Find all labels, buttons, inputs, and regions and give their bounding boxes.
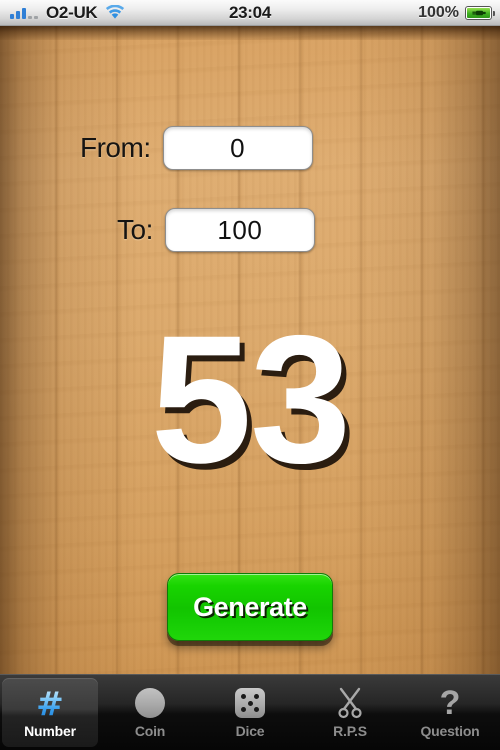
scissors-icon	[335, 686, 365, 720]
dice-icon	[235, 686, 265, 720]
tab-coin-label: Coin	[134, 723, 166, 739]
from-input-value: 0	[230, 132, 246, 163]
generate-button[interactable]: Generate	[167, 573, 333, 641]
tab-question-label: Question	[420, 723, 480, 739]
tab-rps-label: R.P.S	[333, 723, 367, 739]
app-screen: O2-UK 23:04 100% From: 0 To: 100 53 Gene…	[0, 0, 500, 750]
tab-question[interactable]: ? Question	[402, 678, 498, 747]
status-bar-right: 100%	[418, 3, 495, 22]
plug-glyph	[471, 10, 486, 15]
question-icon: ?	[439, 684, 461, 722]
tab-rps[interactable]: R.P.S	[302, 678, 398, 747]
generate-button-label: Generate	[193, 591, 307, 622]
from-input[interactable]: 0	[162, 126, 313, 170]
to-label: To:	[117, 214, 153, 245]
to-input[interactable]: 100	[164, 208, 315, 252]
battery-percentage: 100%	[418, 3, 459, 21]
tab-bar: # Number Coin Dice R.P.S ? Question	[0, 674, 500, 750]
tab-coin[interactable]: Coin	[102, 678, 198, 747]
status-bar: O2-UK 23:04 100%	[0, 0, 500, 26]
hash-icon: #	[36, 683, 64, 723]
coin-icon	[135, 686, 165, 720]
generated-number: 53	[150, 297, 351, 501]
battery-charging-icon	[465, 5, 495, 20]
tab-number-label: Number	[24, 723, 76, 739]
main-content: From: 0 To: 100 53 Generate	[0, 26, 500, 674]
tab-dice[interactable]: Dice	[202, 678, 298, 747]
tab-number[interactable]: # Number	[2, 678, 98, 747]
from-row: From: 0	[80, 126, 313, 170]
to-row: To: 100	[117, 208, 315, 252]
tab-dice-label: Dice	[235, 723, 265, 739]
to-input-value: 100	[217, 214, 263, 245]
from-label: From:	[80, 132, 151, 163]
